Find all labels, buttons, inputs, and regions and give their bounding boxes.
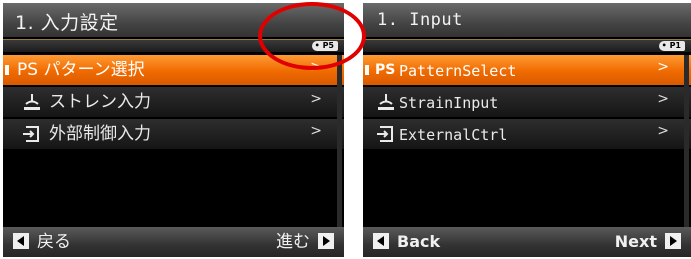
external-ctrl-icon	[23, 126, 39, 142]
arrow-right-icon	[318, 233, 334, 249]
menu-item-label: StrainInput	[399, 94, 499, 112]
arrow-left-icon	[13, 233, 29, 249]
footer-bar: Back Next	[363, 227, 691, 257]
chevron-right-icon: >	[657, 59, 669, 75]
highlight-circle-annotation	[258, 2, 366, 70]
selection-marker	[5, 65, 9, 75]
menu-list: PS パターン選択 > ストレン入力 > 外部制御入力 >	[3, 55, 344, 151]
menu-item-label: ExternalCtrl	[399, 126, 508, 144]
chevron-right-icon: >	[657, 91, 669, 107]
menu-item-external-ctrl[interactable]: ExternalCtrl >	[363, 119, 691, 149]
external-ctrl-icon	[377, 126, 393, 142]
back-button[interactable]: Back	[373, 231, 440, 253]
scrollbar[interactable]	[684, 55, 689, 241]
menu-item-label: PS パターン選択	[17, 60, 145, 80]
menu-item-label: ストレン入力	[49, 92, 151, 112]
menu-list: PS PatternSelect > StrainInput > Externa…	[363, 55, 691, 151]
title-bar: 1. Input	[363, 3, 691, 37]
menu-item-pattern-select[interactable]: PS PatternSelect >	[363, 55, 691, 85]
chevron-right-icon: >	[657, 123, 669, 139]
next-button[interactable]: 進む	[276, 231, 334, 253]
strain-icon	[378, 94, 394, 110]
status-subbar: • P1	[363, 39, 691, 52]
english-menu-screen: 1. Input • P1 PS PatternSelect > StrainI…	[363, 3, 691, 257]
screen-title: 1. Input	[377, 10, 463, 30]
chevron-right-icon: >	[310, 91, 322, 107]
selection-marker	[365, 65, 369, 75]
menu-item-strain-input[interactable]: StrainInput >	[363, 87, 691, 117]
back-button[interactable]: 戻る	[13, 231, 71, 253]
next-button[interactable]: Next	[615, 231, 681, 253]
arrow-left-icon	[373, 233, 389, 249]
menu-item-strain-input[interactable]: ストレン入力 >	[3, 87, 344, 117]
arrow-right-icon	[665, 233, 681, 249]
chevron-right-icon: >	[310, 123, 322, 139]
menu-item-label: PatternSelect	[399, 62, 517, 80]
screen-title: 1. 入力設定	[15, 12, 119, 34]
mode-badge: • P1	[658, 41, 685, 51]
scrollbar[interactable]	[337, 55, 342, 241]
menu-item-external-ctrl[interactable]: 外部制御入力 >	[3, 119, 344, 149]
strain-icon	[24, 94, 40, 110]
footer-bar: 戻る 進む	[3, 227, 344, 257]
menu-item-label: 外部制御入力	[49, 124, 151, 144]
ps-icon: PS	[375, 62, 396, 78]
